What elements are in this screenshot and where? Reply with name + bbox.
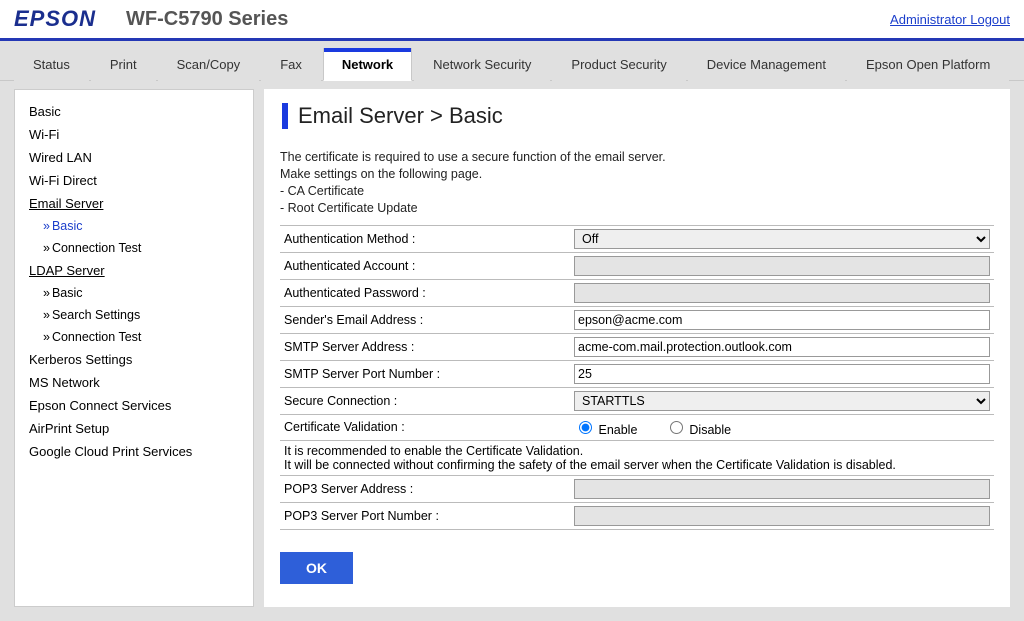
tab-fax[interactable]: Fax: [261, 48, 321, 81]
sidebar-item-wifi-direct[interactable]: Wi-Fi Direct: [21, 169, 247, 192]
secure-connection-label: Secure Connection :: [280, 387, 570, 414]
cert-validation-disable-text: Disable: [689, 423, 731, 437]
admin-logout-link[interactable]: Administrator Logout: [890, 12, 1010, 27]
sidebar-item-kerberos[interactable]: Kerberos Settings: [21, 348, 247, 371]
tab-device-management[interactable]: Device Management: [688, 48, 845, 81]
smtp-port-label: SMTP Server Port Number :: [280, 360, 570, 387]
cert-validation-enable-option[interactable]: Enable: [574, 423, 641, 437]
sidebar-sub-ldap-conntest[interactable]: Connection Test: [21, 326, 247, 348]
auth-method-label: Authentication Method :: [280, 225, 570, 252]
tab-status[interactable]: Status: [14, 48, 89, 81]
sidebar-section-ldap-server[interactable]: LDAP Server: [21, 259, 247, 282]
tab-strip: Status Print Scan/Copy Fax Network Netwo…: [0, 41, 1024, 81]
cert-validation-enable-radio[interactable]: [579, 421, 592, 434]
info-line: Make settings on the following page.: [280, 166, 994, 183]
auth-account-label: Authenticated Account :: [280, 252, 570, 279]
sidebar-item-wired-lan[interactable]: Wired LAN: [21, 146, 247, 169]
info-block: The certificate is required to use a sec…: [280, 149, 994, 217]
sidebar-item-ms-network[interactable]: MS Network: [21, 371, 247, 394]
tab-print[interactable]: Print: [91, 48, 156, 81]
info-line: - CA Certificate: [280, 183, 994, 200]
auth-method-select[interactable]: Off: [574, 229, 990, 249]
sidebar-section-email-server[interactable]: Email Server: [21, 192, 247, 215]
sender-email-label: Sender's Email Address :: [280, 306, 570, 333]
pop3-port-label: POP3 Server Port Number :: [280, 502, 570, 529]
cert-note-line: It will be connected without confirming …: [284, 458, 990, 472]
cert-note-line: It is recommended to enable the Certific…: [284, 444, 990, 458]
auth-password-label: Authenticated Password :: [280, 279, 570, 306]
model-title: WF-C5790 Series: [126, 8, 890, 31]
smtp-port-input[interactable]: [574, 364, 990, 384]
cert-validation-label: Certificate Validation :: [280, 414, 570, 440]
cert-validation-enable-text: Enable: [598, 423, 637, 437]
sidebar-sub-email-conntest[interactable]: Connection Test: [21, 237, 247, 259]
smtp-address-label: SMTP Server Address :: [280, 333, 570, 360]
sender-email-input[interactable]: [574, 310, 990, 330]
ok-button[interactable]: OK: [280, 552, 353, 584]
pop3-port-input: [574, 506, 990, 526]
sidebar-item-epson-connect[interactable]: Epson Connect Services: [21, 394, 247, 417]
sidebar-sub-email-basic[interactable]: Basic: [21, 215, 247, 237]
sidebar-sub-ldap-basic[interactable]: Basic: [21, 282, 247, 304]
cert-validation-disable-option[interactable]: Disable: [665, 423, 731, 437]
tab-network[interactable]: Network: [323, 48, 412, 81]
sidebar-item-airprint[interactable]: AirPrint Setup: [21, 417, 247, 440]
brand-logo: EPSON: [14, 6, 96, 32]
sidebar-item-google-cloud-print[interactable]: Google Cloud Print Services: [21, 440, 247, 463]
auth-password-input: [574, 283, 990, 303]
tab-scan-copy[interactable]: Scan/Copy: [158, 48, 260, 81]
sidebar: Basic Wi-Fi Wired LAN Wi-Fi Direct Email…: [14, 89, 254, 607]
sidebar-item-wifi[interactable]: Wi-Fi: [21, 123, 247, 146]
pop3-address-label: POP3 Server Address :: [280, 475, 570, 502]
page-title: Email Server > Basic: [282, 103, 994, 129]
settings-form: Authentication Method : Off Authenticate…: [280, 225, 994, 530]
info-line: - Root Certificate Update: [280, 200, 994, 217]
smtp-address-input[interactable]: [574, 337, 990, 357]
main-panel: Email Server > Basic The certificate is …: [264, 89, 1010, 607]
pop3-address-input: [574, 479, 990, 499]
auth-account-input: [574, 256, 990, 276]
tab-product-security[interactable]: Product Security: [552, 48, 685, 81]
sidebar-sub-ldap-search[interactable]: Search Settings: [21, 304, 247, 326]
secure-connection-select[interactable]: STARTTLS: [574, 391, 990, 411]
sidebar-item-basic[interactable]: Basic: [21, 100, 247, 123]
cert-validation-disable-radio[interactable]: [670, 421, 683, 434]
info-line: The certificate is required to use a sec…: [280, 149, 994, 166]
tab-epson-open-platform[interactable]: Epson Open Platform: [847, 48, 1009, 81]
tab-network-security[interactable]: Network Security: [414, 48, 550, 81]
